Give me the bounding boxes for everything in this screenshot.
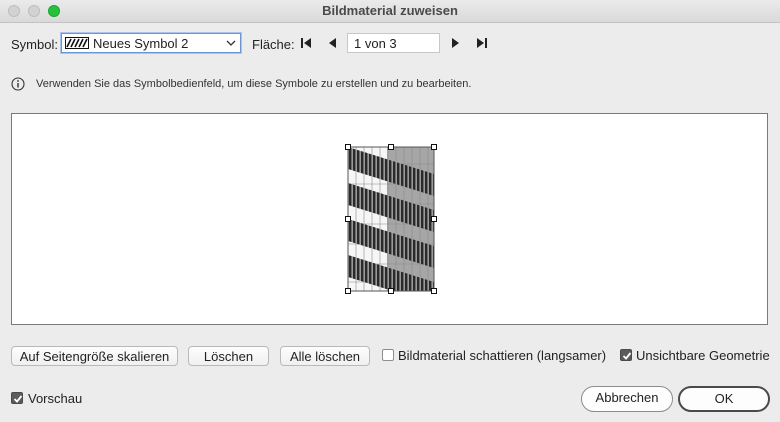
shade-artwork-checkbox[interactable] — [382, 349, 394, 361]
page-number-field[interactable] — [347, 33, 440, 53]
artwork-preview-area[interactable] — [11, 113, 768, 325]
symbol-label: Symbol: — [11, 37, 58, 52]
invisible-geometry-checkbox[interactable] — [620, 349, 632, 361]
preview-label: Vorschau — [28, 391, 83, 406]
checkmark-icon — [622, 352, 632, 360]
checkmark-icon — [13, 395, 23, 403]
title-bar: Bildmaterial zuweisen — [0, 0, 780, 23]
first-page-icon[interactable] — [300, 37, 312, 49]
info-icon — [11, 77, 25, 91]
last-page-icon[interactable] — [476, 37, 488, 49]
symbol-selected-value: Neues Symbol 2 — [93, 36, 189, 51]
artwork-preview-image[interactable] — [345, 142, 439, 296]
invisible-geometry-label: Unsichtbare Geometrie — [636, 348, 770, 363]
window-title: Bildmaterial zuweisen — [322, 3, 458, 18]
delete-button[interactable]: Löschen — [188, 346, 269, 366]
scale-to-page-button[interactable]: Auf Seitengröße skalieren — [11, 346, 178, 366]
surface-label: Fläche: — [252, 37, 295, 52]
delete-all-button[interactable]: Alle löschen — [280, 346, 370, 366]
ok-button[interactable]: OK — [678, 386, 770, 412]
dialog-window: Bildmaterial zuweisen Symbol: Neues Symb… — [0, 0, 780, 422]
symbol-dropdown[interactable]: Neues Symbol 2 — [61, 33, 241, 53]
preview-checkbox[interactable] — [11, 392, 23, 404]
chevron-down-icon — [226, 40, 236, 46]
cancel-button[interactable]: Abbrechen — [581, 386, 673, 412]
previous-page-icon[interactable] — [327, 37, 339, 49]
shade-artwork-label: Bildmaterial schattieren (langsamer) — [398, 348, 607, 363]
info-text: Verwenden Sie das Symbolbedienfeld, um d… — [36, 78, 472, 90]
next-page-icon[interactable] — [449, 37, 461, 49]
symbol-swatch-icon — [65, 37, 89, 49]
